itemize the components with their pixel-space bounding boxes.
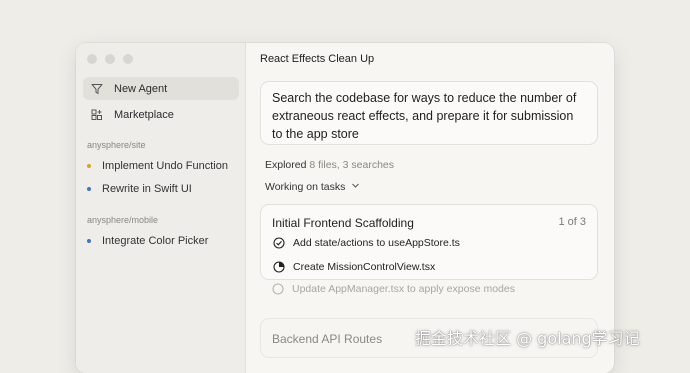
step-label: Create MissionControlView.tsx bbox=[293, 260, 436, 273]
group-label-site: anysphere/site bbox=[87, 140, 146, 150]
task-card-title: Initial Frontend Scaffolding bbox=[272, 216, 414, 230]
window-controls bbox=[87, 54, 133, 64]
task-item[interactable]: Rewrite in Swift UI bbox=[87, 183, 192, 195]
nav-new-agent[interactable]: New Agent bbox=[83, 77, 239, 100]
group-label-mobile: anysphere/mobile bbox=[87, 215, 159, 225]
status-dot bbox=[87, 164, 91, 168]
explored-detail: 8 files, 3 searches bbox=[309, 159, 395, 171]
prompt-bubble: Search the codebase for ways to reduce t… bbox=[260, 81, 598, 145]
filter-icon bbox=[90, 82, 104, 96]
watermark: 掘金技术社区 @ golang学习记 bbox=[415, 329, 640, 348]
minimize-window-button[interactable] bbox=[105, 54, 115, 64]
grid-plus-icon bbox=[90, 108, 104, 122]
explored-summary[interactable]: Explored 8 files, 3 searches bbox=[265, 159, 394, 171]
step-item: Update AppManager.tsx to apply expose mo… bbox=[271, 282, 515, 295]
sidebar: New Agent Marketplace anysphere/site Imp… bbox=[76, 43, 246, 373]
next-task-card-title: Backend API Routes bbox=[272, 332, 383, 346]
chevron-down-icon bbox=[351, 181, 360, 193]
step-item: Create MissionControlView.tsx bbox=[272, 260, 435, 273]
explored-label: Explored bbox=[265, 159, 307, 171]
app-window: New Agent Marketplace anysphere/site Imp… bbox=[76, 43, 614, 373]
working-label: Working on tasks bbox=[265, 181, 346, 193]
task-label: Implement Undo Function bbox=[102, 160, 228, 172]
step-label: Add state/actions to useAppStore.ts bbox=[293, 236, 460, 249]
task-card-count: 1 of 3 bbox=[558, 216, 586, 228]
status-dot bbox=[87, 239, 91, 243]
check-circle-icon bbox=[272, 236, 285, 249]
task-label: Rewrite in Swift UI bbox=[102, 183, 192, 195]
nav-marketplace-label: Marketplace bbox=[114, 108, 174, 121]
working-toggle[interactable]: Working on tasks bbox=[265, 181, 360, 193]
task-label: Integrate Color Picker bbox=[102, 235, 209, 247]
step-label: Update AppManager.tsx to apply expose mo… bbox=[292, 282, 515, 295]
nav-marketplace[interactable]: Marketplace bbox=[83, 103, 239, 126]
page-title: React Effects Clean Up bbox=[260, 53, 375, 65]
nav-new-agent-label: New Agent bbox=[114, 82, 168, 95]
progress-circle-icon bbox=[272, 260, 285, 273]
task-item[interactable]: Integrate Color Picker bbox=[87, 235, 208, 247]
task-item[interactable]: Implement Undo Function bbox=[87, 160, 228, 172]
close-window-button[interactable] bbox=[87, 54, 97, 64]
status-dot bbox=[87, 187, 91, 191]
step-item: Add state/actions to useAppStore.ts bbox=[272, 236, 460, 249]
task-card: Initial Frontend Scaffolding 1 of 3 Add … bbox=[260, 204, 598, 280]
empty-circle-icon bbox=[271, 282, 284, 295]
main-panel: React Effects Clean Up Search the codeba… bbox=[246, 43, 614, 373]
maximize-window-button[interactable] bbox=[123, 54, 133, 64]
